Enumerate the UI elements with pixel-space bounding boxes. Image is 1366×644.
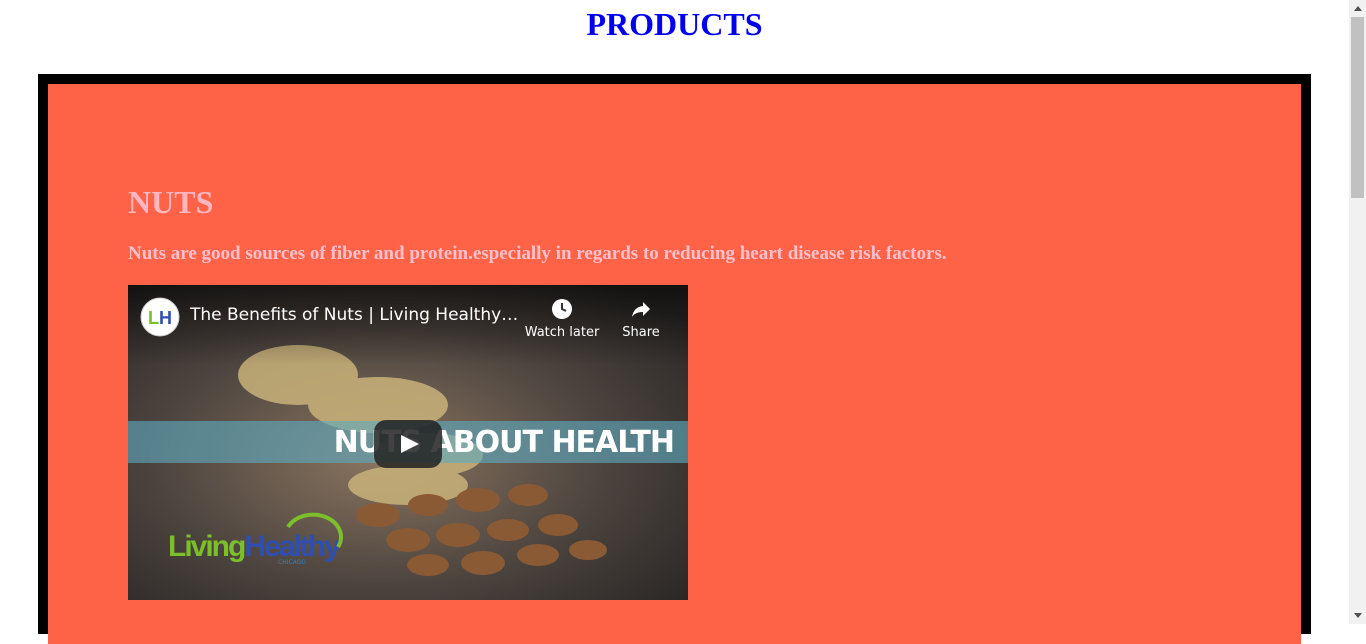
brand-subtitle: CHICAGO xyxy=(278,559,307,566)
section-title: NUTS xyxy=(128,184,214,220)
scroll-thumb[interactable] xyxy=(1351,17,1364,198)
share-icon xyxy=(632,302,650,317)
scroll-down-arrow-icon[interactable] xyxy=(1349,607,1366,624)
section-description: Nuts are good sources of fiber and prote… xyxy=(128,243,947,264)
page-title: PRODUCTS xyxy=(586,6,763,42)
video-top-shade xyxy=(128,285,688,365)
page-scrollbar[interactable] xyxy=(1349,0,1366,624)
brand-part1: Living xyxy=(168,530,246,563)
watch-later-label: Watch later xyxy=(524,325,600,340)
svg-text:LH: LH xyxy=(148,308,172,328)
share-button[interactable]: Share xyxy=(614,297,668,340)
channel-avatar[interactable]: LH xyxy=(140,297,180,337)
video-player[interactable]: LH The Benefits of Nuts | Living Healthy… xyxy=(128,285,688,600)
scroll-up-arrow-icon[interactable] xyxy=(1349,0,1366,17)
clock-icon xyxy=(552,299,572,319)
video-title[interactable]: The Benefits of Nuts | Living Healthy C.… xyxy=(190,305,520,325)
play-button[interactable] xyxy=(374,420,442,468)
brand-arc-icon xyxy=(286,512,343,549)
share-label: Share xyxy=(622,325,660,340)
watch-later-button[interactable]: Watch later xyxy=(520,297,604,340)
